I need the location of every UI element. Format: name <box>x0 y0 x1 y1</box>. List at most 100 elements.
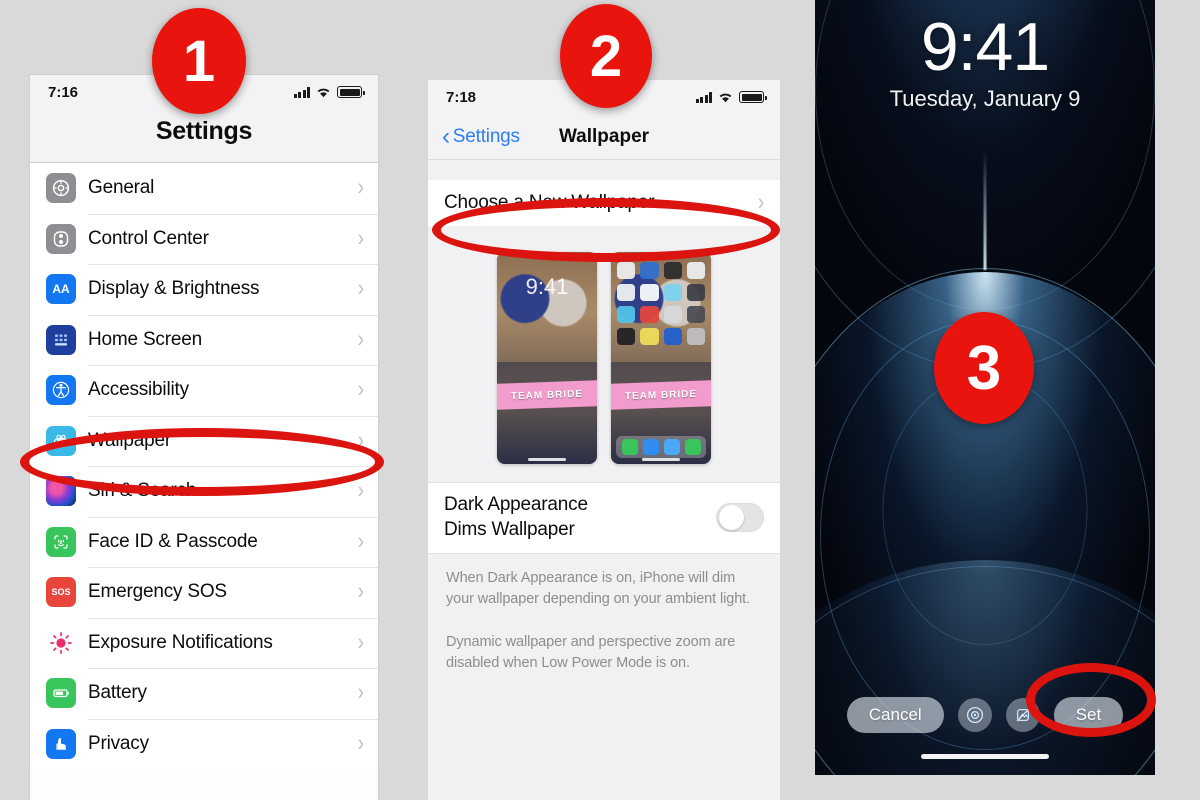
emergency-sos-glyph: SOS <box>51 587 71 598</box>
sidebar-item-label: Face ID & Passcode <box>88 530 258 552</box>
chevron-right-icon: › <box>757 189 764 216</box>
sidebar-item-label: Exposure Notifications <box>88 631 273 653</box>
chevron-right-icon: › <box>357 730 364 757</box>
wallpaper-action-bar: Cancel Set <box>815 697 1155 733</box>
chevron-right-icon: › <box>357 174 364 201</box>
wallpaper-previews: 9:41 TEAM BRIDE TEAM BRIDE <box>428 226 780 482</box>
sidebar-item-label: Display & Brightness <box>88 278 260 300</box>
choose-wallpaper-section: Choose a New Wallpaper › <box>428 180 780 226</box>
sidebar-item-label: Home Screen <box>88 328 202 350</box>
battery-icon <box>337 86 365 98</box>
sidebar-item-exposure-notifications[interactable]: Exposure Notifications › <box>30 617 378 669</box>
chevron-right-icon: › <box>357 326 364 353</box>
chevron-right-icon: › <box>357 225 364 252</box>
home-indicator <box>921 754 1049 759</box>
sidebar-item-battery[interactable]: Battery › <box>30 668 378 719</box>
home-indicator <box>642 458 680 461</box>
sidebar-item-siri-search[interactable]: Siri & Search › <box>30 466 378 517</box>
cellular-signal-icon <box>293 86 310 98</box>
status-bar-time: 7:18 <box>446 88 477 106</box>
back-button-label: Settings <box>452 125 520 147</box>
settings-list: General › Control Center › AA Display & … <box>30 163 378 769</box>
exposure-notifications-icon <box>46 627 76 658</box>
preview-banner: TEAM BRIDE <box>611 380 711 410</box>
cancel-button[interactable]: Cancel <box>846 697 944 733</box>
chevron-left-icon: ‹ <box>442 122 450 150</box>
settings-phone-panel: 7:16 Settings General › Control Center › <box>30 75 378 800</box>
cellular-signal-icon <box>695 91 712 103</box>
chevron-right-icon: › <box>357 679 364 706</box>
sidebar-item-label: Control Center <box>88 227 209 249</box>
chevron-right-icon: › <box>357 629 364 656</box>
sidebar-item-general[interactable]: General › <box>30 163 378 214</box>
sidebar-item-label: Siri & Search <box>88 480 197 502</box>
home-screen-icon <box>46 324 76 355</box>
chevron-right-icon: › <box>357 477 364 504</box>
status-bar-icons <box>695 91 767 103</box>
emergency-sos-icon: SOS <box>46 577 76 608</box>
home-screen-preview[interactable]: TEAM BRIDE <box>611 252 711 464</box>
settings-nav-bar: Settings <box>30 109 378 163</box>
sidebar-item-wallpaper[interactable]: Wallpaper › <box>30 415 378 467</box>
wifi-icon <box>316 87 331 98</box>
sidebar-item-label: General <box>88 177 155 199</box>
sidebar-item-label: Accessibility <box>88 379 189 401</box>
display-brightness-icon: AA <box>46 274 76 305</box>
chevron-right-icon: › <box>357 376 364 403</box>
privacy-icon <box>46 728 76 759</box>
choose-new-wallpaper-label: Choose a New Wallpaper <box>444 192 655 213</box>
wifi-icon <box>718 92 733 103</box>
step-badge-1: 1 <box>152 8 246 114</box>
control-center-icon <box>46 223 76 254</box>
dark-appearance-toggle[interactable] <box>716 502 764 532</box>
sidebar-item-label: Wallpaper <box>88 429 172 451</box>
sidebar-item-home-screen[interactable]: Home Screen › <box>30 314 378 366</box>
battery-icon <box>739 91 767 103</box>
sidebar-item-accessibility[interactable]: Accessibility › <box>30 365 378 416</box>
step-badge-3: 3 <box>934 312 1034 424</box>
back-button[interactable]: ‹ Settings <box>442 122 520 150</box>
home-indicator <box>528 458 566 461</box>
sidebar-item-face-id-passcode[interactable]: Face ID & Passcode › <box>30 516 378 568</box>
siri-icon <box>46 476 76 507</box>
wallpaper-beam <box>983 150 987 270</box>
chevron-right-icon: › <box>357 427 364 454</box>
sidebar-item-emergency-sos[interactable]: SOS Emergency SOS › <box>30 567 378 618</box>
choose-new-wallpaper-row[interactable]: Choose a New Wallpaper › <box>428 180 780 226</box>
wallpaper-phone-panel: 7:18 ‹ Settings Wallpaper Choose a New W… <box>428 80 780 800</box>
status-bar-icons <box>293 86 365 98</box>
chevron-right-icon: › <box>357 275 364 302</box>
dark-appearance-line-1: Dark Appearance <box>444 494 588 515</box>
preview-banner: TEAM BRIDE <box>497 380 597 410</box>
set-button[interactable]: Set <box>1053 697 1124 733</box>
perspective-zoom-icon[interactable] <box>957 698 992 732</box>
preview-time: 9:41 <box>525 274 569 299</box>
sidebar-item-privacy[interactable]: Privacy › <box>30 718 378 770</box>
lock-screen-preview[interactable]: 9:41 TEAM BRIDE <box>497 252 597 464</box>
wallpaper-icon <box>46 425 76 456</box>
dark-appearance-description: When Dark Appearance is on, iPhone will … <box>446 570 751 607</box>
lock-screen-date: Tuesday, January 9 <box>889 86 1081 111</box>
status-bar-time: 7:16 <box>48 83 79 101</box>
accessibility-icon <box>46 375 76 406</box>
sidebar-item-label: Emergency SOS <box>88 581 227 603</box>
dark-appearance-row[interactable]: Dark Appearance Dims Wallpaper <box>428 482 780 554</box>
battery-settings-icon <box>46 678 76 709</box>
low-power-mode-description: Dynamic wallpaper and perspective zoom a… <box>446 634 736 671</box>
still-image-icon[interactable] <box>1005 698 1040 732</box>
sidebar-item-control-center[interactable]: Control Center › <box>30 213 378 265</box>
sidebar-item-label: Battery <box>88 682 147 704</box>
sidebar-item-label: Privacy <box>88 732 149 754</box>
page-title: Settings <box>155 117 253 145</box>
sidebar-item-display-brightness[interactable]: AA Display & Brightness › <box>30 264 378 315</box>
face-id-icon <box>46 526 76 557</box>
preview-dock <box>616 436 706 458</box>
wallpaper-nav-bar: ‹ Settings Wallpaper <box>428 114 780 160</box>
lock-screen-clock: 9:41 <box>920 9 1050 85</box>
preview-app-grid <box>617 262 705 345</box>
chevron-right-icon: › <box>357 528 364 555</box>
dark-appearance-label: Dark Appearance Dims Wallpaper <box>444 492 588 542</box>
step-badge-2: 2 <box>560 4 652 108</box>
gear-icon <box>46 173 76 204</box>
dark-appearance-line-2: Dims Wallpaper <box>444 519 575 540</box>
